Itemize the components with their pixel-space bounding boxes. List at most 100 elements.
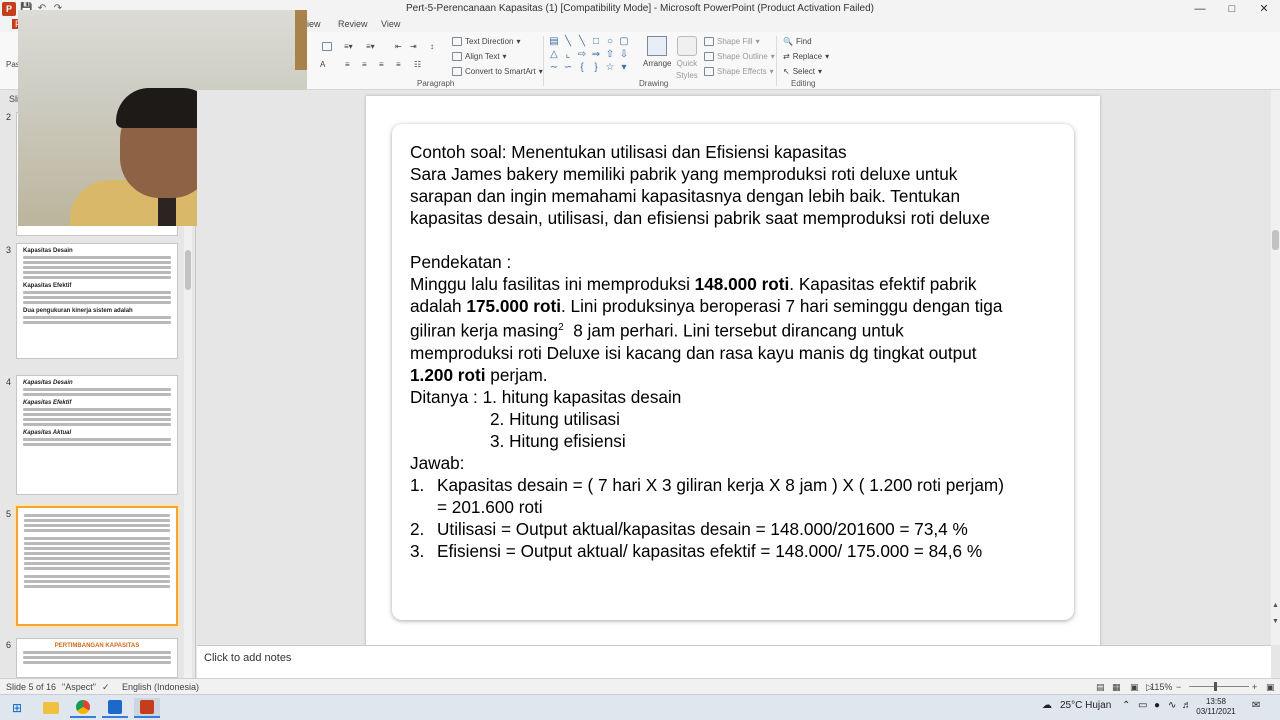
decrease-indent-icon[interactable]: ⇤: [395, 42, 402, 51]
spellcheck-icon[interactable]: ✓: [102, 682, 110, 693]
reading-view-icon[interactable]: ▣: [1130, 682, 1139, 693]
minimize-button[interactable]: —: [1184, 0, 1216, 18]
close-button[interactable]: ✕: [1248, 0, 1280, 18]
bullets-icon[interactable]: ≡▾: [344, 42, 353, 51]
line-spacing-icon[interactable]: ↕: [430, 42, 434, 51]
thumbnail-heading: Kapasitas Desain: [23, 380, 73, 386]
align-center-icon[interactable]: ≡: [362, 60, 367, 69]
curve-shape-icon[interactable]: ∽: [562, 62, 574, 73]
start-windows-icon[interactable]: ⊞: [4, 698, 30, 718]
line-shape-icon[interactable]: ╲: [562, 36, 574, 47]
select-button[interactable]: ↖ Select ▾: [783, 67, 822, 76]
thumbnail-text-line: [24, 547, 170, 550]
slide-canvas[interactable]: Contoh soal: Menentukan utilisasi dan Ef…: [366, 96, 1100, 645]
weather-icon[interactable]: ☁: [1042, 700, 1052, 711]
thumbnail-text-line: [23, 393, 171, 396]
answer-text: Efisiensi = Output aktual/ kapasitas efe…: [437, 540, 983, 561]
tab-review[interactable]: Review: [338, 19, 368, 29]
arrow-right-shape-icon[interactable]: ⇒: [590, 49, 602, 60]
file-explorer-icon[interactable]: [38, 698, 64, 718]
arrow-right-shape-icon[interactable]: ⇨: [576, 49, 588, 60]
zoom-level[interactable]: 115%: [1150, 682, 1172, 692]
slide-textbox[interactable]: Contoh soal: Menentukan utilisasi dan Ef…: [410, 141, 1070, 562]
align-right-icon[interactable]: ≡: [379, 60, 384, 69]
align-text-button[interactable]: Align Text ▾: [452, 52, 507, 61]
line-shape-icon[interactable]: ╲: [576, 36, 588, 47]
notes-pane[interactable]: Click to add notes: [197, 645, 1271, 678]
replace-button[interactable]: ⇄ Replace ▾: [783, 52, 829, 61]
thumbnail-text-line: [23, 296, 171, 299]
zoom-slider[interactable]: [1189, 686, 1249, 687]
normal-view-icon[interactable]: ▤: [1096, 682, 1105, 693]
slide-thumbnail-3[interactable]: Kapasitas Desain Kapasitas Efektif Dua p…: [16, 243, 178, 359]
shape-fill-button[interactable]: Shape Fill ▾: [704, 37, 760, 46]
zoom-slider-knob[interactable]: [1214, 682, 1217, 691]
slides-panel-scrollbar-thumb[interactable]: [185, 250, 191, 290]
shapes-gallery[interactable]: ▤ ╲ ╲ □ ○ ▢ △ ⌞ ⇨ ⇒ ⇧ ⇩ ∼ ∽ { } ☆ ▾: [548, 36, 636, 74]
zoom-out-button[interactable]: −: [1176, 682, 1181, 692]
bracket-shape-icon[interactable]: ⌞: [562, 49, 574, 60]
thumbnail-text-line: [23, 261, 171, 264]
powerpoint-logo-icon[interactable]: P: [2, 2, 16, 16]
zoom-in-button[interactable]: +: [1252, 682, 1257, 692]
slide-number: 4: [6, 377, 12, 387]
wifi-icon[interactable]: ∿: [1168, 700, 1176, 711]
quick-styles-button[interactable]: Quick Styles: [676, 36, 698, 80]
arrange-button[interactable]: Arrange: [643, 36, 671, 68]
textbox-shape-icon[interactable]: ▤: [548, 36, 560, 47]
curve-shape-icon[interactable]: ∼: [548, 62, 560, 73]
text-direction-button[interactable]: Text Direction ▾: [452, 37, 520, 46]
volume-icon[interactable]: ♬: [1182, 700, 1192, 711]
indent-icon[interactable]: [322, 42, 332, 51]
brace-shape-icon[interactable]: {: [576, 62, 588, 73]
oval-shape-icon[interactable]: ○: [604, 36, 616, 47]
arrange-label: Arrange: [643, 59, 672, 68]
slide-sorter-icon[interactable]: ▦: [1112, 682, 1121, 693]
weather-status[interactable]: 25°C Hujan: [1060, 700, 1111, 711]
slide-thumbnail-5-selected[interactable]: [16, 506, 178, 626]
shape-outline-button[interactable]: Shape Outline ▾: [704, 52, 775, 61]
taskbar-clock[interactable]: 13:58 03/11/2021: [1196, 697, 1236, 717]
answer-item: 2. Utilisasi = Output aktual/kapasitas de…: [410, 518, 1070, 540]
microphone-icon[interactable]: ●: [1154, 700, 1160, 711]
more-shapes-icon[interactable]: ▾: [618, 62, 630, 73]
triangle-shape-icon[interactable]: △: [548, 49, 560, 60]
powerpoint-taskbar-icon[interactable]: [134, 698, 160, 718]
increase-indent-icon[interactable]: ⇥: [410, 42, 417, 51]
slide-thumbnail-4[interactable]: Kapasitas Desain Kapasitas Efektif Kapas…: [16, 375, 178, 495]
convert-smartart-button[interactable]: Convert to SmartArt ▾: [452, 67, 543, 76]
battery-icon[interactable]: ▭: [1138, 700, 1147, 711]
columns-icon[interactable]: ☷: [414, 60, 421, 69]
tab-view[interactable]: View: [381, 19, 400, 29]
find-button[interactable]: 🔍 Find: [783, 37, 812, 46]
fit-to-window-icon[interactable]: ▣: [1266, 682, 1275, 693]
slide-thumbnail-6[interactable]: PERTIMBANGAN KAPASITAS: [16, 638, 178, 678]
thumbnail-text-line: [23, 438, 171, 441]
previous-slide-icon[interactable]: ▲: [1271, 602, 1280, 609]
align-left-icon[interactable]: ≡: [345, 60, 350, 69]
text-color-icon[interactable]: A: [320, 60, 325, 69]
next-slide-icon[interactable]: ▼: [1271, 618, 1280, 625]
brace-shape-icon[interactable]: }: [590, 62, 602, 73]
theme-name[interactable]: "Aspect": [62, 682, 96, 692]
shape-effects-button[interactable]: Shape Effects ▾: [704, 67, 774, 76]
vscode-icon[interactable]: [102, 698, 128, 718]
rounded-rect-shape-icon[interactable]: ▢: [618, 36, 630, 47]
thumbnail-text-line: [24, 580, 170, 583]
notification-icon[interactable]: ✉: [1252, 700, 1260, 711]
notes-placeholder: Click to add notes: [204, 652, 292, 664]
rectangle-shape-icon[interactable]: □: [590, 36, 602, 47]
numbering-icon[interactable]: ≡▾: [366, 42, 375, 51]
star-shape-icon[interactable]: ☆: [604, 62, 616, 73]
arrow-up-shape-icon[interactable]: ⇧: [604, 49, 616, 60]
slide-editor-scrollbar[interactable]: ▲ ▼: [1271, 90, 1280, 645]
justify-icon[interactable]: ≡: [396, 60, 401, 69]
tray-chevron-icon[interactable]: ⌃: [1122, 700, 1130, 711]
arrow-down-shape-icon[interactable]: ⇩: [618, 49, 630, 60]
language-indicator[interactable]: English (Indonesia): [122, 682, 199, 692]
slide-editor-scrollbar-thumb[interactable]: [1272, 230, 1279, 250]
chrome-icon[interactable]: [70, 698, 96, 718]
maximize-button[interactable]: □: [1216, 0, 1248, 18]
tab-review-partial[interactable]: iew: [307, 19, 321, 29]
answer-text: Utilisasi = Output aktual/kapasitas desa…: [437, 518, 968, 539]
